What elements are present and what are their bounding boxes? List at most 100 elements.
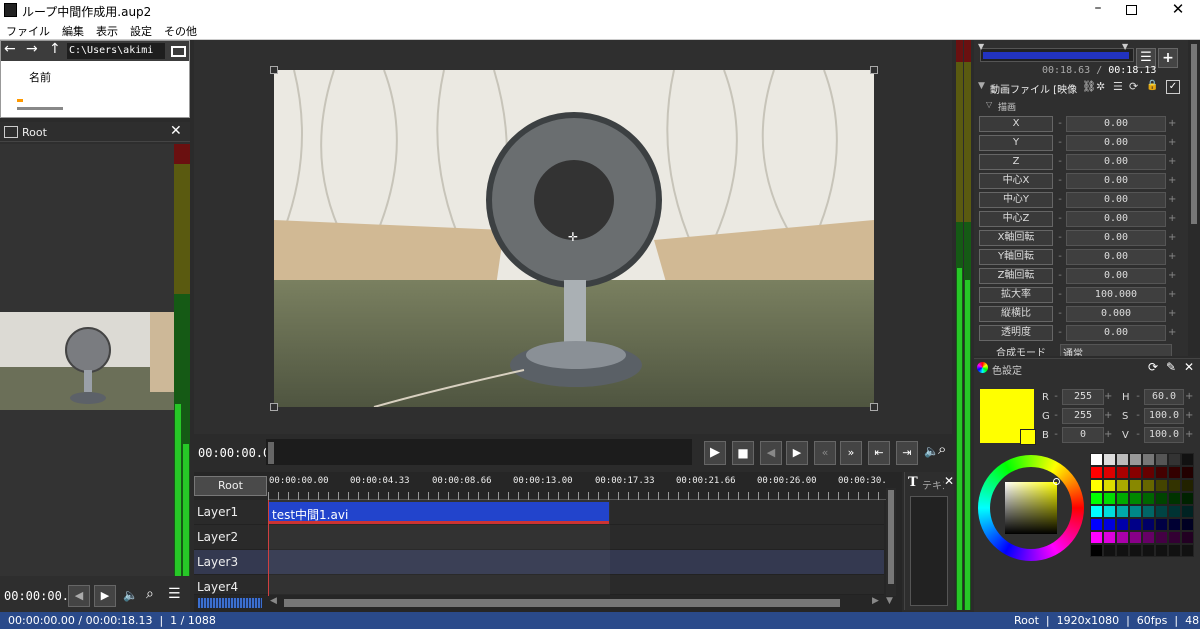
palette-swatch[interactable] [1155,505,1168,518]
palette-swatch[interactable] [1116,453,1129,466]
prop-name[interactable]: 中心X [979,173,1053,189]
palette-swatch[interactable] [1129,492,1142,505]
h-decrement-icon[interactable]: - [1134,389,1142,405]
sv-cursor[interactable] [1053,478,1060,485]
prop-name[interactable]: 透明度 [979,325,1053,341]
palette-swatch[interactable] [1142,453,1155,466]
increment-icon[interactable]: + [1168,192,1176,208]
palette-swatch[interactable] [1103,544,1116,557]
timeline-root-button[interactable]: Root [194,476,267,496]
layer-name[interactable]: Layer4 [194,575,268,594]
palette-swatch[interactable] [1116,531,1129,544]
group-collapse-icon[interactable]: ▽ [986,100,992,109]
r-value[interactable]: 255 [1062,389,1104,405]
prop-value[interactable]: 0.00 [1066,325,1166,341]
palette-swatch[interactable] [1142,466,1155,479]
increment-icon[interactable]: + [1168,268,1176,284]
text-input-area[interactable] [910,496,948,606]
go-to-start-button[interactable]: ⇤ [868,441,890,465]
object-seekbar[interactable] [980,48,1134,62]
palette-swatch[interactable] [1116,505,1129,518]
palette-swatch[interactable] [1103,479,1116,492]
increment-icon[interactable]: + [1168,135,1176,151]
palette-swatch[interactable] [1103,505,1116,518]
enable-checkbox[interactable]: ✓ [1166,80,1180,94]
palette-swatch[interactable] [1129,544,1142,557]
minimize-icon[interactable]: – [1088,0,1108,20]
palette-swatch[interactable] [1168,531,1181,544]
menu-file[interactable]: ファイル [0,21,56,41]
palette-swatch[interactable] [1181,466,1194,479]
decrement-icon[interactable]: - [1056,135,1064,151]
prev-frame-button[interactable]: ◀ [760,441,782,465]
v-decrement-icon[interactable]: - [1134,427,1142,443]
palette-swatch[interactable] [1181,518,1194,531]
color-palette[interactable] [1090,453,1198,561]
palette-swatch[interactable] [1142,505,1155,518]
palette-swatch[interactable] [1116,492,1129,505]
decrement-icon[interactable]: - [1056,230,1064,246]
prop-value[interactable]: 0.00 [1066,154,1166,170]
video-clip[interactable]: test中間1.avi [269,502,609,524]
palette-swatch[interactable] [1116,466,1129,479]
prop-name[interactable]: 中心Y [979,192,1053,208]
palette-swatch[interactable] [1168,505,1181,518]
palette-swatch[interactable] [1103,518,1116,531]
maximize-icon[interactable] [1126,5,1137,15]
palette-swatch[interactable] [1142,531,1155,544]
v-value[interactable]: 100.0 [1144,427,1184,443]
palette-swatch[interactable] [1181,544,1194,557]
palette-swatch[interactable] [1129,453,1142,466]
prop-value[interactable]: 100.000 [1066,287,1166,303]
palette-swatch[interactable] [1168,479,1181,492]
prop-name[interactable]: 拡大率 [979,287,1053,303]
palette-swatch[interactable] [1155,453,1168,466]
palette-swatch[interactable] [1168,518,1181,531]
prop-name[interactable]: Y [979,135,1053,151]
increment-icon[interactable]: + [1168,325,1176,341]
palette-swatch[interactable] [1181,453,1194,466]
zoom-icon[interactable]: ⌕ [146,586,154,602]
prop-name[interactable]: X [979,116,1053,132]
prop-name[interactable]: 縦横比 [979,306,1053,322]
refresh-icon[interactable]: ⟳ [1129,80,1138,93]
increment-icon[interactable]: + [1168,154,1176,170]
layer-name[interactable]: Layer1 [194,500,268,525]
marker-end-icon[interactable]: ▼ [1122,42,1128,51]
palette-swatch[interactable] [1168,453,1181,466]
timeline-vscrollbar[interactable] [886,488,896,596]
palette-swatch[interactable] [1116,544,1129,557]
palette-swatch[interactable] [1168,492,1181,505]
palette-swatch[interactable] [1103,466,1116,479]
link-icon[interactable]: ⛓ [1082,80,1096,93]
palette-swatch[interactable] [1129,466,1142,479]
menu-edit[interactable]: 編集 [56,21,90,41]
secondary-color-swatch[interactable] [1020,429,1036,445]
prop-name[interactable]: X軸回転 [979,230,1053,246]
palette-swatch[interactable] [1155,518,1168,531]
v-increment-icon[interactable]: + [1185,427,1193,443]
palette-swatch[interactable] [1155,492,1168,505]
palette-swatch[interactable] [1129,479,1142,492]
r-increment-icon[interactable]: + [1104,389,1112,405]
timeline-hscrollbar[interactable] [284,599,840,607]
prop-name[interactable]: Y軸回転 [979,249,1053,265]
palette-swatch[interactable] [1155,531,1168,544]
increment-icon[interactable]: + [1168,211,1176,227]
path-field[interactable]: C:\Users\akimi [67,43,165,59]
effect-icon[interactable]: ✲ [1096,80,1105,93]
palette-swatch[interactable] [1181,505,1194,518]
prop-name[interactable]: Z [979,154,1053,170]
palette-swatch[interactable] [1142,492,1155,505]
palette-swatch[interactable] [1181,479,1194,492]
palette-swatch[interactable] [1090,531,1103,544]
decrement-icon[interactable]: - [1056,211,1064,227]
palette-swatch[interactable] [1090,492,1103,505]
decrement-icon[interactable]: - [1056,268,1064,284]
back-icon[interactable]: ← [4,41,16,57]
horizontal-scrollbar[interactable] [17,107,63,110]
palette-swatch[interactable] [1155,479,1168,492]
layer-name[interactable]: Layer2 [194,525,268,550]
prop-name[interactable]: Z軸回転 [979,268,1053,284]
increment-icon[interactable]: + [1168,287,1176,303]
